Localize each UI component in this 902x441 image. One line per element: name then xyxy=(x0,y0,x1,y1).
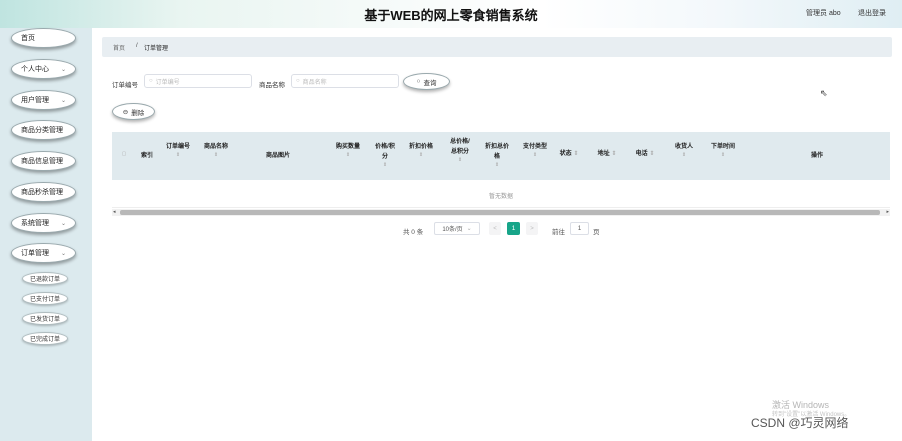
column-header[interactable]: 地址 ⇕ xyxy=(594,149,620,159)
breadcrumb-home[interactable]: 首页 xyxy=(113,43,125,52)
breadcrumb-current: 订单管理 xyxy=(144,46,169,52)
order-no-label: 订单编号 xyxy=(112,82,138,89)
sidebar-item-label: 商品信息管理 xyxy=(21,158,63,165)
search-icon: ○ xyxy=(149,78,153,84)
chevron-down-icon: ⌄ xyxy=(466,226,472,232)
sidebar-item-label: 用户管理 xyxy=(21,97,49,104)
scroll-left-icon[interactable]: ◂ xyxy=(113,209,116,215)
column-header[interactable]: 折扣总价格 ⇕ xyxy=(480,142,514,168)
column-header[interactable]: 商品名称 ⇕ xyxy=(198,142,234,158)
search-button[interactable]: ○ 查询 xyxy=(403,73,450,90)
goto-label: 前往 xyxy=(552,229,565,236)
product-name-input[interactable]: ○ 商品名称 xyxy=(291,74,399,88)
sidebar-item-orders[interactable]: 订单管理 ⌄ xyxy=(11,243,76,263)
search-icon: ○ xyxy=(416,78,421,85)
product-name-placeholder: 商品名称 xyxy=(302,79,327,86)
mouse-cursor-icon: ⇖ xyxy=(820,88,828,98)
sidebar-subitem-completed[interactable]: 已完成订单 xyxy=(22,332,68,345)
sidebar-item-label: 首页 xyxy=(21,35,35,42)
page-unit-label: 页 xyxy=(593,229,600,236)
sidebar-item-products[interactable]: 商品信息管理 xyxy=(11,151,76,171)
sidebar-item-home[interactable]: 首页 xyxy=(11,28,76,48)
delete-button-label: 删除 xyxy=(131,109,145,117)
column-header[interactable]: 价格/积分 ⇕ xyxy=(370,142,400,168)
page-size-value: 10条/页 xyxy=(442,227,463,233)
scroll-right-icon[interactable]: ▸ xyxy=(886,209,889,215)
sidebar-item-label: 订单管理 xyxy=(21,250,49,257)
app-title: 基于WEB的网上零食销售系统 xyxy=(364,8,538,23)
order-no-input[interactable]: ○ 订单编号 xyxy=(144,74,252,88)
breadcrumb: 首页 / 订单管理 xyxy=(102,37,892,57)
sidebar-subitem-label: 已退款订单 xyxy=(29,277,60,283)
page-size-select[interactable]: 10条/页 ⌄ xyxy=(434,222,480,235)
sidebar-item-profile[interactable]: 个人中心 ⌄ xyxy=(11,59,76,79)
table-header: ▢ 索引 订单编号 ⇕ 商品名称 ⇕ 商品图片 购买数量 ⇕ 价格/积分 ⇕ 折扣价格 ⇕… xyxy=(112,132,890,180)
prev-page-button[interactable]: < xyxy=(489,222,501,235)
column-header[interactable]: 索引 xyxy=(134,151,160,161)
sidebar-item-label: 商品秒杀管理 xyxy=(21,189,63,196)
column-header: 操作 xyxy=(810,153,823,159)
search-icon: ○ xyxy=(296,78,300,84)
order-no-placeholder: 订单编号 xyxy=(155,79,180,86)
empty-row: 暂无数据 xyxy=(112,180,890,208)
sidebar-item-flash-sale[interactable]: 商品秒杀管理 xyxy=(11,182,76,202)
column-header[interactable]: 下单时间 ⇕ xyxy=(706,142,740,158)
column-header[interactable]: 电话 ⇕ xyxy=(632,149,658,159)
logout-link[interactable]: 退出登录 xyxy=(858,8,886,18)
column-header[interactable]: 状态 ⇕ xyxy=(556,149,582,159)
sidebar-item-label: 个人中心 xyxy=(21,66,49,73)
trash-icon: ⊖ xyxy=(122,108,129,116)
column-header[interactable]: 购买数量 ⇕ xyxy=(330,142,366,158)
sidebar-item-label: 商品分类管理 xyxy=(21,127,63,134)
column-header[interactable]: 商品图片 xyxy=(260,151,296,161)
csdn-watermark: CSDN @巧灵网络 xyxy=(751,416,849,430)
column-header[interactable]: 收货人 ⇕ xyxy=(670,142,698,158)
select-all-checkbox[interactable]: ▢ xyxy=(120,151,128,157)
scrollbar-thumb[interactable] xyxy=(120,210,880,215)
chevron-down-icon: ⌄ xyxy=(60,221,66,227)
page-number-1[interactable]: 1 xyxy=(507,222,520,235)
breadcrumb-separator: / xyxy=(136,43,138,49)
column-header[interactable]: 订单编号 ⇕ xyxy=(162,142,194,158)
sidebar-subitem-shipped[interactable]: 已发货订单 xyxy=(22,312,68,325)
sidebar-subitem-label: 已支付订单 xyxy=(29,297,60,303)
main-content: 首页 / 订单管理 订单编号 ○ 订单编号 商品名称 ○ 商品名称 ○ 查询 ⊖… xyxy=(92,28,902,441)
column-header[interactable]: 总价格/总积分 ⇕ xyxy=(444,137,476,163)
horizontal-scrollbar[interactable]: ◂ ▸ xyxy=(112,209,890,216)
chevron-down-icon: ⌄ xyxy=(60,98,66,104)
chevron-down-icon: ⌄ xyxy=(60,67,66,73)
sidebar-item-label: 系统管理 xyxy=(21,220,49,227)
sidebar-item-system[interactable]: 系统管理 ⌄ xyxy=(11,213,76,233)
sidebar-subitem-label: 已发货订单 xyxy=(29,317,60,323)
sidebar-item-category[interactable]: 商品分类管理 xyxy=(11,120,76,140)
product-name-label: 商品名称 xyxy=(259,82,285,89)
search-button-label: 查询 xyxy=(423,79,437,87)
pagination-total: 共 0 条 xyxy=(403,229,424,236)
sidebar-item-users[interactable]: 用户管理 ⌄ xyxy=(11,90,76,110)
sidebar-subitem-paid[interactable]: 已支付订单 xyxy=(22,292,68,305)
empty-text: 暂无数据 xyxy=(488,194,513,200)
column-header[interactable]: 支付类型 ⇕ xyxy=(518,142,552,158)
top-header: 基于WEB的网上零食销售系统 管理员 abo 退出登录 xyxy=(0,0,902,28)
admin-user-label[interactable]: 管理员 abo xyxy=(806,8,841,18)
delete-button[interactable]: ⊖ 删除 xyxy=(112,103,155,120)
next-page-button[interactable]: > xyxy=(526,222,538,235)
goto-page-input[interactable]: 1 xyxy=(570,222,589,235)
chevron-down-icon: ⌄ xyxy=(60,251,66,257)
sidebar-subitem-refunded[interactable]: 已退款订单 xyxy=(22,272,68,285)
sidebar: 首页 个人中心 ⌄ 用户管理 ⌄ 商品分类管理 商品信息管理 商品秒杀管理 系统… xyxy=(0,28,92,441)
orders-table: ▢ 索引 订单编号 ⇕ 商品名称 ⇕ 商品图片 购买数量 ⇕ 价格/积分 ⇕ 折扣价格 ⇕… xyxy=(112,132,890,216)
column-header[interactable]: 折扣价格 ⇕ xyxy=(404,142,438,158)
sidebar-subitem-label: 已完成订单 xyxy=(29,337,60,343)
